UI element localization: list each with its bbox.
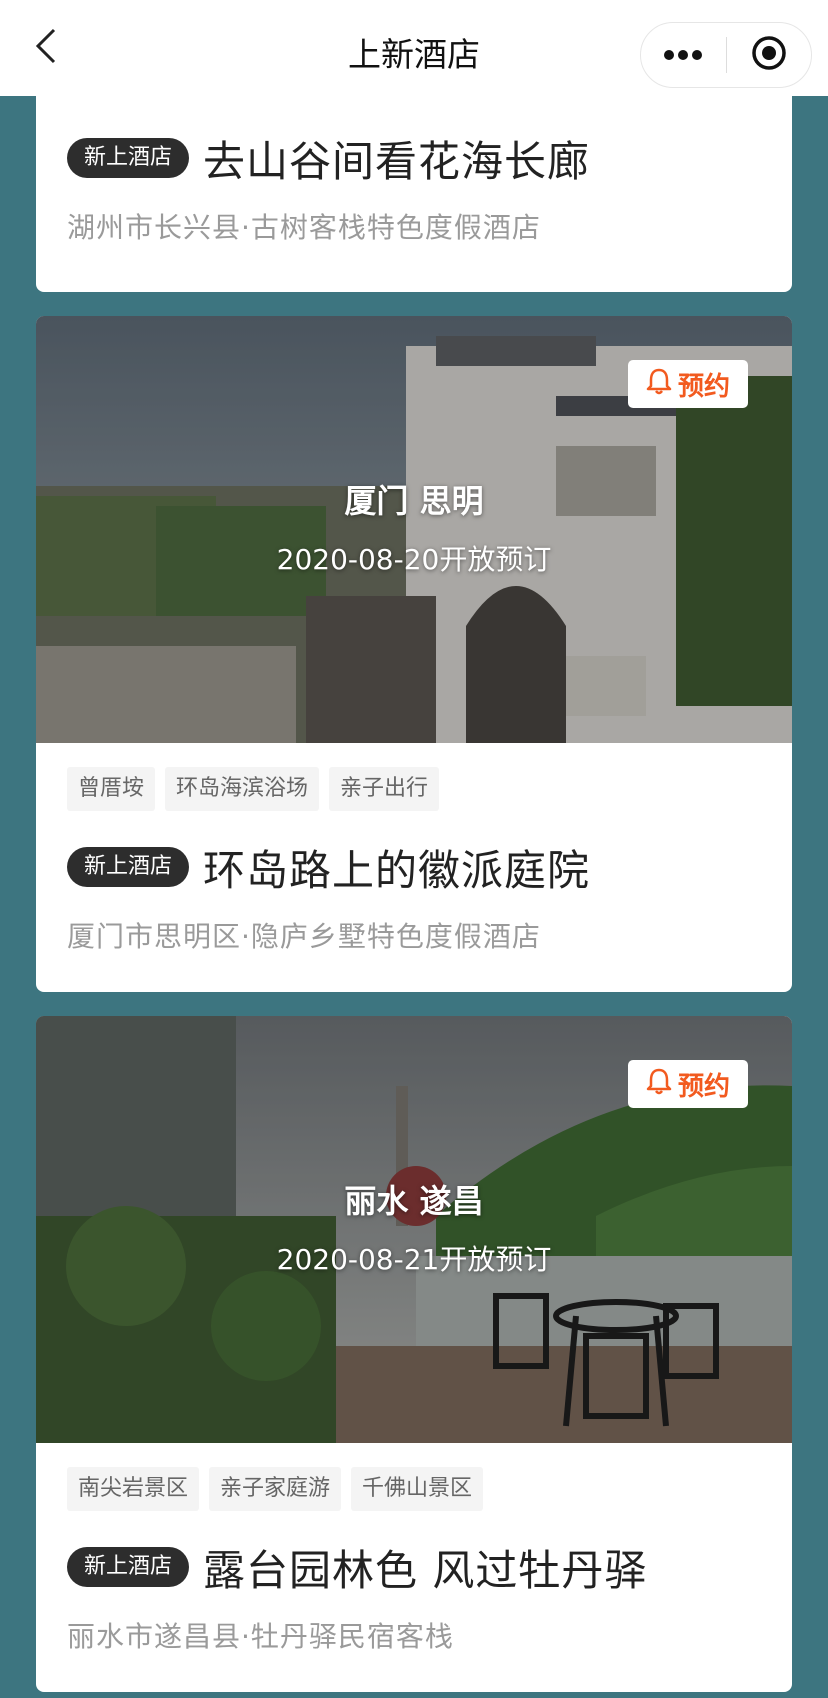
hotel-title: 露台园林色 风过牡丹驿 [203, 1545, 648, 1595]
tag: 千佛山景区 [351, 1467, 484, 1511]
hotel-location: 厦门市思明区·隐庐乡墅特色度假酒店 [67, 920, 541, 953]
tag-list: 曾厝垵 环岛海滨浴场 亲子出行 [67, 767, 761, 811]
open-date: 2020-08-21开放预订 [276, 1243, 552, 1276]
new-hotel-badge: 新上酒店 [67, 1547, 190, 1587]
card-title-row: 新上酒店 去山谷间看花海长廊 [67, 128, 761, 188]
more-dots-icon [663, 46, 703, 65]
hotel-title: 环岛路上的徽派庭院 [203, 845, 591, 895]
reserve-label: 预约 [677, 1071, 730, 1102]
hotel-card[interactable]: 预约 厦门 思明 2020-08-20开放预订 曾厝垵 环岛海滨浴场 亲子出行 … [36, 316, 792, 992]
tag: 亲子家庭游 [209, 1467, 342, 1511]
hotel-title: 去山谷间看花海长廊 [203, 136, 591, 186]
tag-list: 南尖岩景区 亲子家庭游 千佛山景区 [67, 1467, 761, 1511]
bell-icon [646, 1067, 672, 1102]
hotel-city: 丽水 遂昌 [344, 1182, 484, 1220]
hotel-card[interactable]: 预约 丽水 遂昌 2020-08-21开放预订 南尖岩景区 亲子家庭游 千佛山景… [36, 1016, 792, 1692]
hotel-image: 预约 厦门 思明 2020-08-20开放预订 [36, 316, 792, 743]
bell-icon [646, 367, 672, 402]
card-title-row: 新上酒店 环岛路上的徽派庭院 [67, 837, 761, 897]
new-hotel-badge: 新上酒店 [67, 847, 190, 887]
tag: 亲子出行 [329, 767, 440, 811]
target-circle-icon [751, 35, 787, 75]
close-button[interactable] [727, 23, 812, 87]
hotel-location: 湖州市长兴县·古树客栈特色度假酒店 [67, 211, 541, 244]
reserve-button[interactable]: 预约 [628, 1060, 748, 1108]
top-bar: 上新酒店 [0, 0, 828, 96]
hotel-image: 预约 丽水 遂昌 2020-08-21开放预订 [36, 1016, 792, 1443]
hotel-location: 丽水市遂昌县·牡丹驿民宿客栈 [67, 1620, 454, 1653]
open-date: 2020-08-20开放预订 [276, 543, 552, 576]
reserve-label: 预约 [677, 371, 730, 402]
tag: 曾厝垵 [67, 767, 156, 811]
card-title-row: 新上酒店 露台园林色 风过牡丹驿 [67, 1537, 761, 1597]
tag: 环岛海滨浴场 [165, 767, 320, 811]
new-hotel-badge: 新上酒店 [67, 138, 190, 178]
more-button[interactable] [641, 23, 726, 87]
tag: 南尖岩景区 [67, 1467, 200, 1511]
reserve-button[interactable]: 预约 [628, 360, 748, 408]
mini-program-capsule [640, 22, 812, 88]
hotel-city: 厦门 思明 [344, 482, 484, 520]
